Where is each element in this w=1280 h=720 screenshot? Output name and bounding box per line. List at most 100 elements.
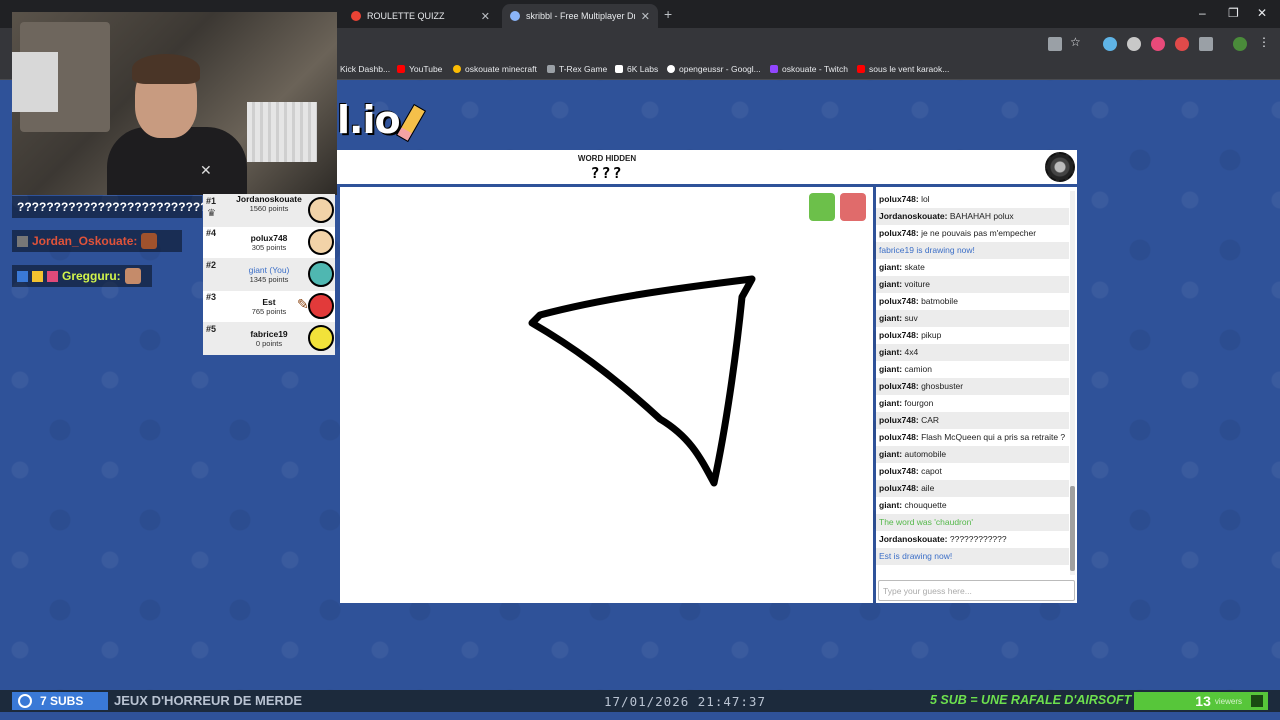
chat-text: aile: [921, 483, 935, 493]
overlay-chat-line: Gregguru:: [12, 265, 152, 287]
chat-text: automobile: [904, 449, 947, 459]
chat-username: giant:: [879, 449, 903, 459]
bookmark-twitch[interactable]: oskouate - Twitch: [770, 64, 848, 74]
extensions-puzzle-icon[interactable]: [1199, 37, 1213, 51]
chat-text: BAHAHAH polux: [949, 211, 1014, 221]
bookmark-label: oskouate - Twitch: [782, 64, 848, 74]
close-window-button[interactable]: ✕: [1257, 6, 1267, 20]
chat-message: polux748: je ne pouvais pas m'empecher: [876, 225, 1069, 242]
system-message: Est is drawing now!: [876, 548, 1069, 565]
chat-text: je ne pouvais pas m'empecher: [921, 228, 1037, 238]
profile-avatar[interactable]: [1233, 37, 1247, 51]
chat-text: lol: [921, 194, 930, 204]
player-info: fabrice19 0 points: [227, 329, 311, 348]
player-info: Jordanoskouate 1560 points: [227, 194, 311, 213]
chat-message: polux748: batmobile: [876, 293, 1069, 310]
player-avatar: [308, 197, 334, 223]
chat-text: fabrice19 is drawing now!: [879, 245, 975, 255]
sixk-icon: [615, 65, 623, 73]
chat-username: polux748:: [879, 330, 919, 340]
tab-skribbl[interactable]: skribbl - Free Multiplayer Draw... ✕: [502, 4, 658, 28]
chat-text: camion: [904, 364, 932, 374]
refresh-icon: [18, 694, 32, 708]
player-row[interactable]: #4 polux748 305 points: [203, 226, 335, 259]
guess-input[interactable]: [878, 580, 1075, 601]
player-points: 1560 points: [249, 204, 289, 213]
chat-username: Jordanoskouate:: [879, 211, 948, 221]
bookmark-youtube[interactable]: YouTube: [397, 64, 442, 74]
player-row[interactable]: #5 fabrice19 0 points: [203, 322, 335, 355]
bookmark-label: Kick Dashb...: [340, 64, 391, 74]
badge-icon: [17, 235, 28, 247]
maximize-button[interactable]: ❐: [1228, 6, 1239, 20]
close-tab-icon[interactable]: ✕: [641, 10, 650, 23]
bookmark-6k-labs[interactable]: 6K Labs: [615, 64, 658, 74]
extension-icon[interactable]: [1175, 37, 1189, 51]
chat-message: polux748: aile: [876, 480, 1069, 497]
extension-icon[interactable]: [1127, 37, 1141, 51]
player-rank: #2: [206, 260, 217, 270]
player-info: polux748 305 points: [227, 233, 311, 252]
chat-message: Jordanoskouate: BAHAHAH polux: [876, 208, 1069, 225]
new-tab-button[interactable]: +: [664, 6, 672, 22]
bookmark-label: opengeussr - Googl...: [679, 64, 761, 74]
player-info: giant (You) 1345 points: [227, 265, 311, 284]
chat-scroll-thumb[interactable]: [1070, 486, 1075, 571]
player-row[interactable]: #3 Est 765 points ✎: [203, 290, 335, 323]
chat-text: fourgon: [904, 398, 934, 408]
kick-icon: [1251, 695, 1263, 707]
player-name: fabrice19: [250, 329, 288, 339]
youtube-icon: [397, 65, 405, 73]
bookmark-label: YouTube: [409, 64, 443, 74]
chat-text: batmobile: [921, 296, 958, 306]
chat-username: polux748:: [879, 381, 919, 391]
trex-icon: [547, 65, 555, 73]
viewers-count: 13: [1195, 693, 1211, 709]
minimize-button[interactable]: –: [1199, 6, 1206, 20]
bookmark-label: T-Rex Game: [559, 64, 608, 74]
chat-message: giant: camion: [876, 361, 1069, 378]
chat-text: voiture: [904, 279, 931, 289]
chat-username: polux748:: [879, 296, 919, 306]
chat-message: polux748: CAR: [876, 412, 1069, 429]
roulette-favicon-icon: [351, 11, 361, 21]
chat-text: Est is drawing now!: [879, 551, 953, 561]
pencil-icon: [395, 103, 426, 142]
player-name: giant (You): [248, 265, 290, 275]
streamer-hair: [132, 54, 200, 84]
chat-username: giant:: [879, 279, 903, 289]
badge-icon: [17, 270, 28, 282]
chat-text: 4x4: [904, 347, 919, 357]
player-name: polux748: [250, 233, 288, 243]
gear-icon[interactable]: [1045, 152, 1075, 182]
drawing-canvas[interactable]: [340, 187, 873, 603]
player-row[interactable]: #1 ♛ Jordanoskouate 1560 points: [203, 194, 335, 227]
extension-icon[interactable]: [1151, 37, 1165, 51]
chat-username: giant:: [879, 398, 903, 408]
bookmark-karaoke[interactable]: sous le vent karaok...: [857, 64, 949, 74]
player-row[interactable]: #2 giant (You) 1345 points: [203, 258, 335, 291]
chat-username: polux748:: [879, 483, 919, 493]
player-avatar: [308, 261, 334, 287]
google-icon: [453, 65, 461, 73]
bookmark-trex-game[interactable]: T-Rex Game: [547, 64, 607, 74]
translate-icon[interactable]: [1048, 37, 1062, 51]
twitch-icon: [770, 65, 778, 73]
youtube-icon: [857, 65, 865, 73]
chat-scrollbar[interactable]: [1070, 191, 1075, 575]
bookmark-oskouate-minecraft[interactable]: oskouate minecraft: [453, 64, 537, 74]
extension-icon[interactable]: [1103, 37, 1117, 51]
close-tab-icon[interactable]: ✕: [481, 10, 490, 23]
chat-username: polux748:: [879, 432, 919, 442]
player-avatar: [308, 229, 334, 255]
player-rank: #1: [206, 196, 217, 206]
bookmark-opengeussr[interactable]: opengeussr - Googl...: [667, 64, 761, 74]
chat-text: skate: [904, 262, 925, 272]
bookmark-kick-dashboard[interactable]: Kick Dashb...: [340, 64, 390, 74]
player-rank: #4: [206, 228, 217, 238]
tab-roulette-quizz[interactable]: ROULETTE QUIZZ ✕: [343, 4, 498, 28]
menu-kebab-icon[interactable]: ⋮: [1258, 35, 1272, 49]
bookmark-star-icon[interactable]: ☆: [1070, 35, 1084, 49]
chat-message: polux748: ghosbuster: [876, 378, 1069, 395]
chat-text: ghosbuster: [921, 381, 964, 391]
